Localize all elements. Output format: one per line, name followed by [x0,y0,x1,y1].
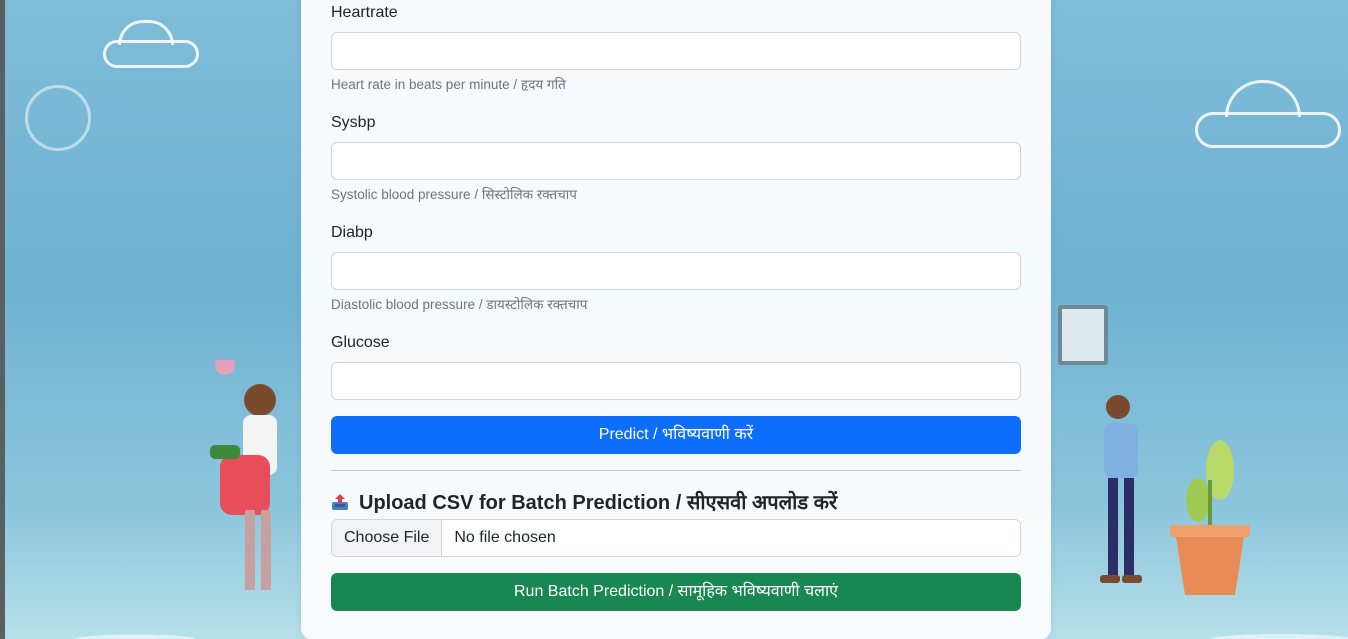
upload-title-text: Upload CSV for Batch Prediction / सीएसवी… [359,492,838,514]
section-divider [331,470,1021,471]
sysbp-help: Systolic blood pressure / सिस्टोलिक रक्त… [331,187,577,202]
run-batch-prediction-button[interactable]: Run Batch Prediction / सामूहिक भविष्यवाण… [331,573,1021,611]
diabp-help: Diastolic blood pressure / डायस्टोलिक रक… [331,297,588,312]
cloud-icon [25,85,91,151]
heartrate-help: Heart rate in beats per minute / हृदय गत… [331,77,566,92]
file-status-text: No file chosen [454,529,556,546]
window-edge [0,0,5,639]
heartrate-label: Heartrate [331,4,398,21]
cloud-icon [1225,80,1301,117]
sysbp-input[interactable] [331,142,1021,180]
choose-file-button[interactable]: Choose File [332,520,443,556]
glucose-label: Glucose [331,334,390,351]
prediction-form-card: Heartrate Heart rate in beats per minute… [301,0,1051,639]
upload-tray-icon [331,493,349,511]
diabp-input[interactable] [331,252,1021,290]
glucose-input[interactable] [331,362,1021,400]
predict-button[interactable]: Predict / भविष्यवाणी करें [331,416,1021,454]
csv-file-input[interactable]: Choose File No file chosen [331,519,1021,557]
diabp-label: Diabp [331,224,373,241]
heartrate-input[interactable] [331,32,1021,70]
sysbp-label: Sysbp [331,114,376,131]
cloud-icon [1195,112,1341,148]
cloud-icon [118,20,174,45]
picture-frame-icon [1058,305,1108,365]
upload-section-title: Upload CSV for Batch Prediction / सीएसवी… [331,488,837,515]
